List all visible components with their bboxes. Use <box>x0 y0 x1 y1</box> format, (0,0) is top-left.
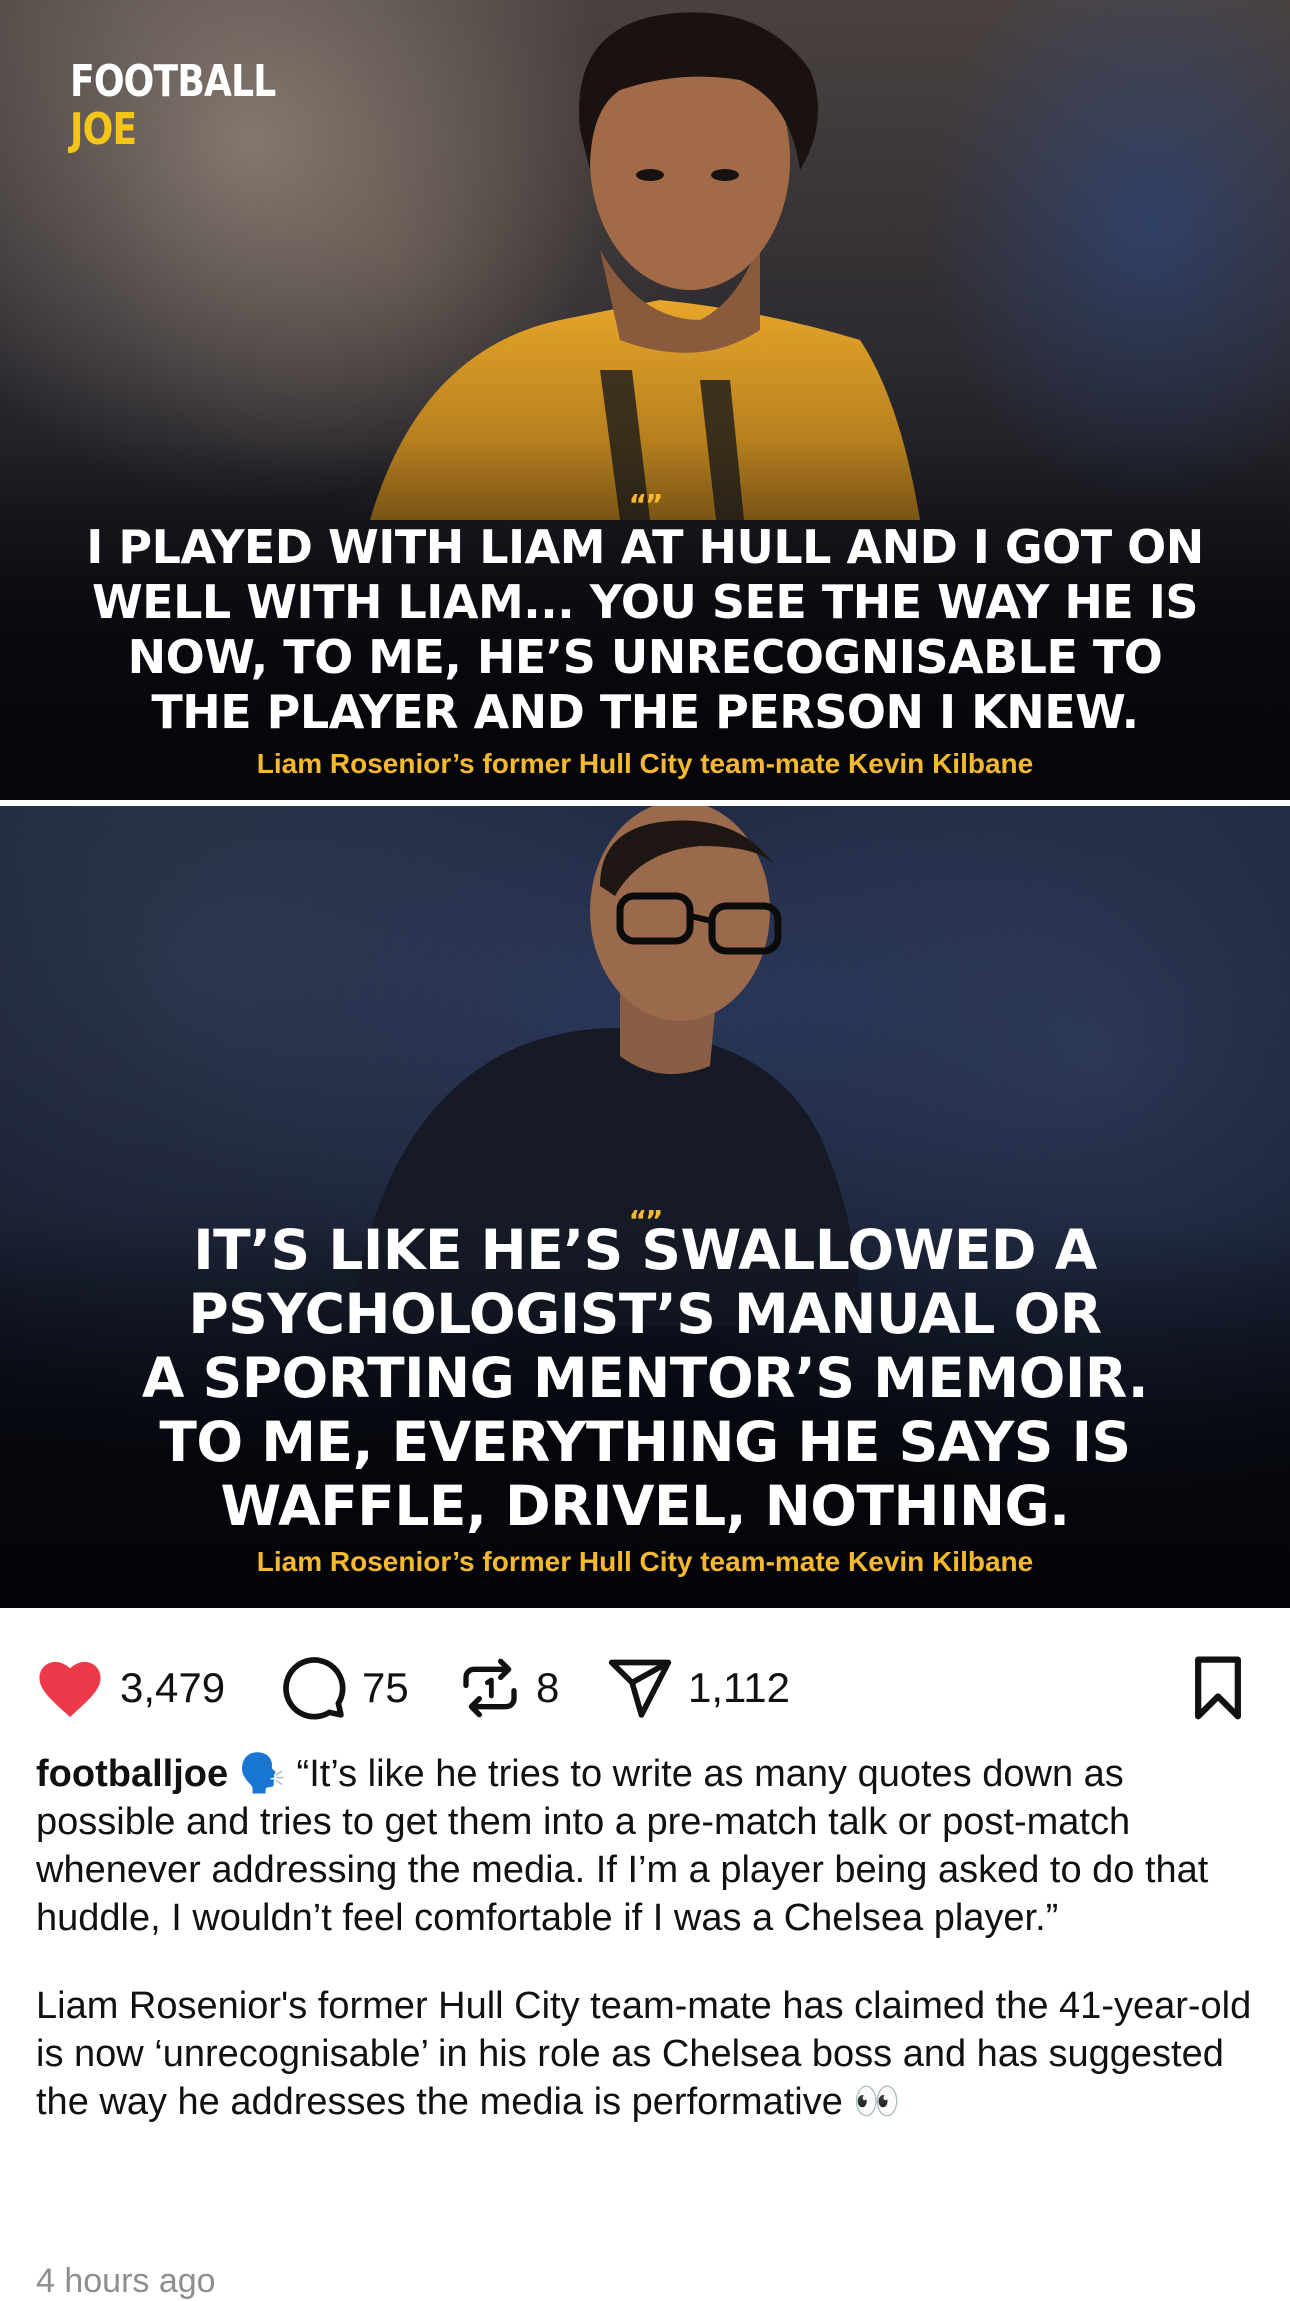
post-timestamp: 4 hours ago <box>36 2262 216 2300</box>
save-button[interactable] <box>1188 1652 1248 1724</box>
post-caption: footballjoe 🗣️ “It’s like he tries to wr… <box>36 1750 1262 2126</box>
repost-count: 8 <box>536 1664 560 1711</box>
repost-icon <box>463 1658 517 1718</box>
quote-text: I PLAYED WITH LIAM AT HULL AND I GOT ON … <box>86 520 1204 739</box>
quote-mark-icon: “” <box>628 488 664 521</box>
like-button[interactable]: 3,479 <box>34 1652 225 1724</box>
comment-button[interactable]: 75 <box>280 1652 409 1724</box>
heart-icon <box>39 1661 101 1718</box>
bookmark-icon <box>1195 1656 1241 1720</box>
quote-text: IT’S LIKE HE’S SWALLOWED A PSYCHOLOGIST’… <box>141 1218 1149 1538</box>
send-icon <box>608 1659 672 1718</box>
like-count: 3,479 <box>120 1664 226 1711</box>
speaking-head-emoji: 🗣️ <box>238 1753 286 1795</box>
share-count: 1,112 <box>688 1664 790 1711</box>
comment-count: 75 <box>362 1664 409 1711</box>
quote-attribution: Liam Rosenior’s former Hull City team-ma… <box>256 748 1034 779</box>
post-action-bar: 3,479 75 8 1,112 <box>0 1608 1290 1758</box>
quote-attribution: Liam Rosenior’s former Hull City team-ma… <box>256 1546 1034 1577</box>
caption-paragraph-2: Liam Rosenior's former Hull City team-ma… <box>36 1985 1252 2123</box>
brand-logo: FOOTBALL JOE <box>70 56 276 155</box>
share-button[interactable]: 1,112 <box>606 1652 790 1724</box>
caption-paragraph: footballjoe 🗣️ “It’s like he tries to wr… <box>36 1750 1262 1942</box>
post-image-1[interactable]: FOOTBALL JOE “” I PLAYED WITH LIAM AT HU… <box>0 0 1290 800</box>
post-image-2[interactable]: “” IT’S LIKE HE’S SWALLOWED A PSYCHOLOGI… <box>0 806 1290 1608</box>
username-link[interactable]: footballjoe <box>36 1753 228 1795</box>
repost-button[interactable]: 8 <box>458 1652 559 1724</box>
comment-icon <box>283 1657 346 1720</box>
